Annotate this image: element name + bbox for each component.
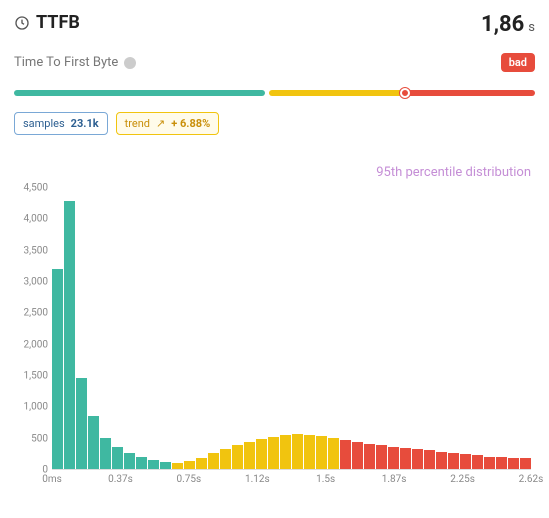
x-tick-label: 2.25s	[450, 474, 475, 485]
histogram-bar[interactable]	[400, 448, 411, 469]
x-tick-label: 2.62s	[519, 474, 544, 485]
samples-value: 23.1k	[71, 117, 99, 130]
histogram-bar[interactable]	[412, 449, 423, 469]
histogram-bar[interactable]	[160, 462, 171, 469]
histogram-bar[interactable]	[196, 458, 207, 469]
histogram-bar[interactable]	[484, 457, 495, 469]
y-tick-label: 4,500	[24, 183, 48, 194]
info-icon[interactable]	[124, 57, 136, 69]
histogram-chart: 05001,0001,5002,0002,5003,0003,5004,0004…	[14, 188, 535, 488]
y-tick-label: 4,000	[24, 214, 48, 225]
y-tick-label: 3,000	[24, 277, 48, 288]
y-tick-label: 2,000	[24, 339, 48, 350]
histogram-bar[interactable]	[460, 454, 471, 469]
histogram-bar[interactable]	[364, 444, 375, 469]
ttfb-metric-card: TTFB 1,86 s Time To First Byte bad sampl…	[0, 0, 549, 500]
histogram-bar[interactable]	[76, 378, 87, 469]
x-tick-label: 0.75s	[177, 474, 202, 485]
histogram-bar[interactable]	[268, 437, 279, 469]
y-tick-label: 1,500	[24, 371, 48, 382]
histogram-bar[interactable]	[148, 460, 159, 469]
metric-unit: s	[528, 20, 535, 35]
histogram-bar[interactable]	[316, 436, 327, 469]
samples-chip[interactable]: samples 23.1k	[14, 112, 108, 135]
histogram-bar[interactable]	[124, 453, 135, 469]
histogram-bar[interactable]	[208, 453, 219, 469]
trend-chip[interactable]: trend ↗ + 6.88%	[116, 112, 220, 135]
trend-arrow-icon: ↗	[156, 117, 165, 130]
chart-title: 95th percentile distribution	[14, 165, 535, 180]
dist-segment-bad	[407, 90, 535, 96]
histogram-bar[interactable]	[436, 452, 447, 469]
histogram-bar[interactable]	[100, 438, 111, 469]
histogram-bar[interactable]	[52, 269, 63, 469]
samples-label: samples	[23, 117, 65, 130]
y-tick-label: 2,500	[24, 308, 48, 319]
x-tick-label: 1.12s	[245, 474, 270, 485]
y-tick-label: 500	[31, 433, 48, 444]
histogram-bar[interactable]	[136, 457, 147, 469]
histogram-bar[interactable]	[220, 449, 231, 469]
title-wrap: TTFB	[14, 12, 80, 33]
plot-area	[52, 188, 531, 470]
histogram-bar[interactable]	[340, 440, 351, 469]
y-axis: 05001,0001,5002,0002,5003,0003,5004,0004…	[14, 188, 50, 470]
dist-segment-good	[14, 90, 265, 96]
histogram-bar[interactable]	[172, 463, 183, 469]
dist-segment-mid	[269, 90, 402, 96]
y-tick-label: 3,500	[24, 245, 48, 256]
histogram-bar[interactable]	[352, 442, 363, 469]
distribution-bar	[14, 90, 535, 96]
histogram-bar[interactable]	[112, 447, 123, 469]
histogram-bar[interactable]	[508, 458, 519, 469]
x-tick-label: 1.5s	[316, 474, 335, 485]
histogram-bar[interactable]	[184, 461, 195, 469]
clock-icon	[14, 15, 30, 31]
histogram-bar[interactable]	[388, 447, 399, 469]
histogram-bar[interactable]	[244, 442, 255, 469]
subtitle-row: Time To First Byte bad	[14, 53, 535, 72]
histogram-bar[interactable]	[292, 434, 303, 469]
histogram-bar[interactable]	[376, 445, 387, 469]
card-header: TTFB 1,86 s	[14, 12, 535, 37]
x-axis: 0ms0.37s0.75s1.12s1.5s1.87s2.25s2.62s	[52, 472, 531, 488]
histogram-bar[interactable]	[256, 439, 267, 469]
histogram-bar[interactable]	[304, 435, 315, 469]
histogram-bar[interactable]	[424, 450, 435, 469]
histogram-bar[interactable]	[280, 435, 291, 469]
histogram-bar[interactable]	[328, 438, 339, 469]
metric-title: TTFB	[36, 12, 80, 33]
metric-subtitle: Time To First Byte	[14, 55, 136, 70]
histogram-bar[interactable]	[520, 458, 531, 469]
chip-row: samples 23.1k trend ↗ + 6.88%	[14, 112, 535, 135]
rating-badge: bad	[501, 53, 535, 72]
subtitle-text: Time To First Byte	[14, 55, 118, 70]
trend-value: + 6.88%	[171, 117, 210, 130]
metric-value-wrap: 1,86 s	[481, 12, 535, 37]
x-tick-label: 0ms	[42, 474, 62, 485]
histogram-bar[interactable]	[88, 416, 99, 469]
histogram-bar[interactable]	[232, 445, 243, 469]
trend-label: trend	[125, 117, 150, 130]
metric-value: 1,86	[481, 12, 524, 37]
y-tick-label: 1,000	[24, 402, 48, 413]
dist-marker	[400, 88, 410, 98]
x-tick-label: 0.37s	[108, 474, 133, 485]
x-tick-label: 1.87s	[382, 474, 407, 485]
histogram-bar[interactable]	[448, 453, 459, 469]
histogram-bar[interactable]	[64, 201, 75, 470]
histogram-bar[interactable]	[472, 455, 483, 469]
histogram-bar[interactable]	[496, 457, 507, 469]
